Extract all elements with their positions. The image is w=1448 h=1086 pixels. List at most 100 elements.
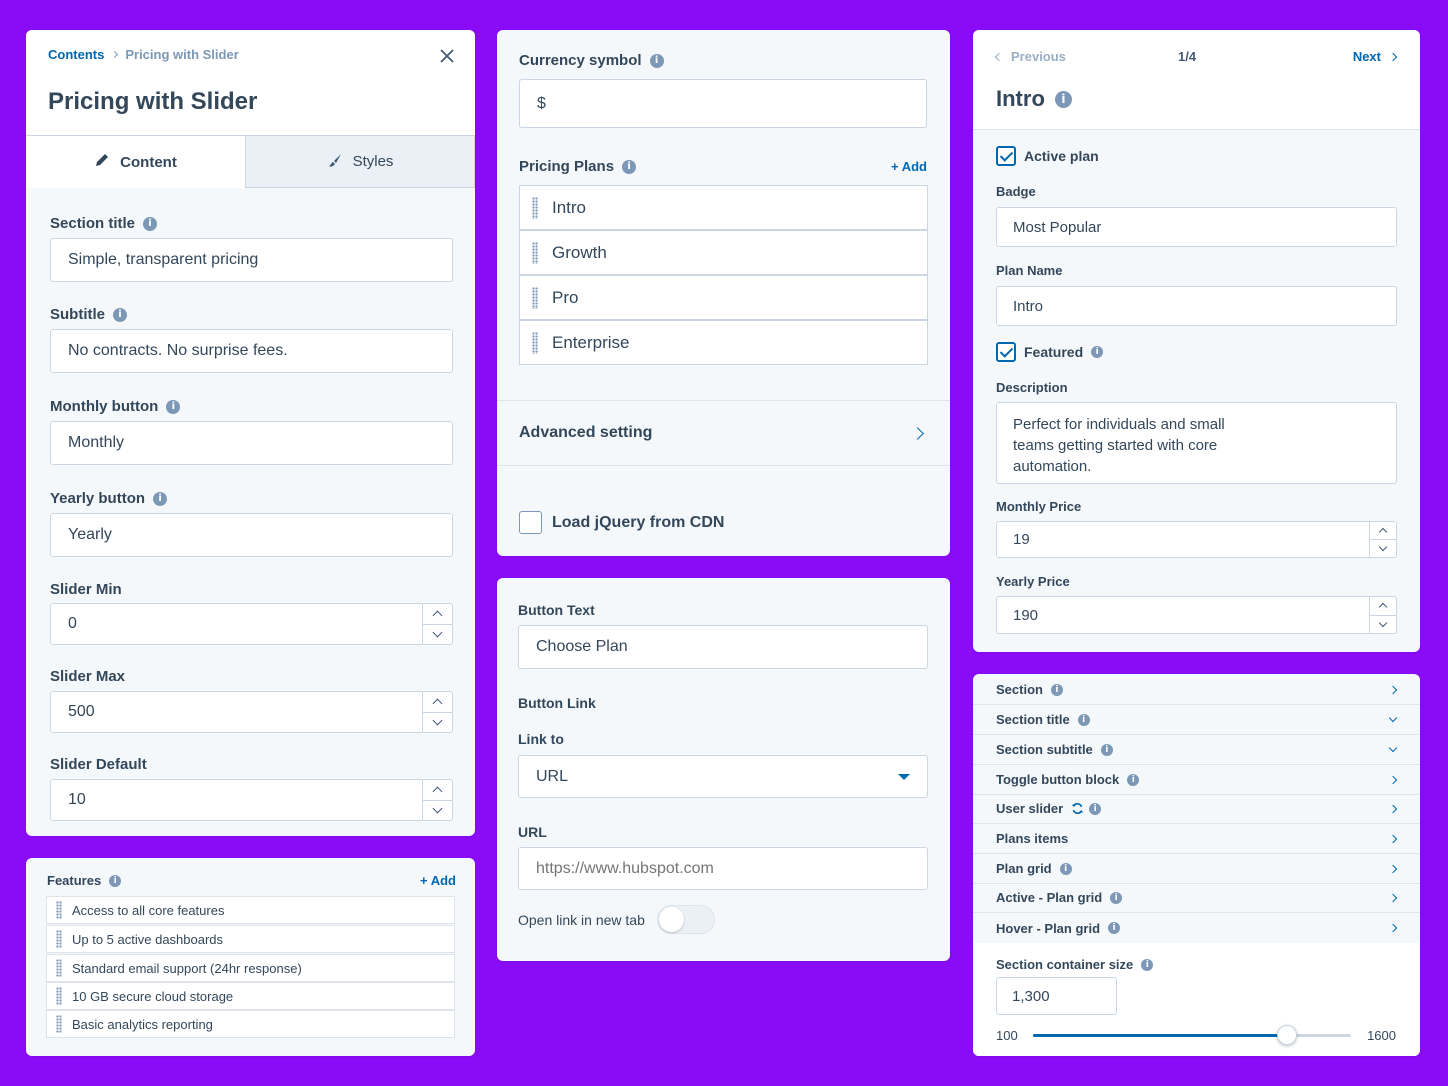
accordion-plan-grid[interactable]: Plan grid i — [973, 854, 1420, 884]
active-plan-checkbox[interactable] — [996, 146, 1016, 166]
accordion-label: Section — [996, 682, 1043, 697]
container-size-input[interactable]: 1,300 — [996, 977, 1117, 1015]
currency-symbol-input[interactable]: $ — [519, 79, 927, 128]
drag-handle-icon[interactable] — [532, 241, 538, 264]
drag-handle-icon[interactable] — [56, 959, 62, 977]
info-icon[interactable]: i — [1077, 713, 1090, 726]
advanced-setting-row[interactable]: Advanced setting — [497, 401, 950, 465]
info-icon[interactable]: i — [143, 216, 158, 231]
feature-item[interactable]: Standard email support (24hr response) — [46, 954, 455, 982]
button-text-input[interactable]: Choose Plan — [518, 625, 928, 669]
monthly-price-value: 19 — [1013, 531, 1030, 548]
info-icon[interactable]: i — [109, 874, 122, 887]
slider-max-input[interactable]: 500 — [50, 691, 453, 733]
tab-content[interactable]: Content — [26, 135, 245, 188]
increment-icon[interactable] — [423, 604, 452, 624]
accordion-section-subtitle[interactable]: Section subtitle i — [973, 735, 1420, 765]
monthly-button-label: Monthly button i — [50, 398, 181, 415]
feature-item[interactable]: 10 GB secure cloud storage — [46, 982, 455, 1010]
features-add-button[interactable]: + Add — [420, 873, 456, 888]
info-icon[interactable]: i — [649, 53, 664, 68]
monthly-price-input[interactable]: 19 — [996, 521, 1397, 558]
yearly-price-label: Yearly Price — [996, 574, 1070, 589]
plan-item[interactable]: Intro — [519, 185, 928, 230]
accordion-section[interactable]: Section i — [973, 675, 1420, 705]
load-jquery-row: Load jQuery from CDN — [519, 511, 724, 534]
drag-handle-icon[interactable] — [56, 987, 62, 1005]
description-textarea[interactable]: Perfect for individuals and small teams … — [996, 402, 1397, 484]
pricing-plans-add-button[interactable]: + Add — [891, 159, 927, 174]
info-icon[interactable]: i — [1059, 862, 1072, 875]
yearly-button-label-text: Yearly button — [50, 490, 146, 507]
previous-button[interactable]: Previous — [994, 49, 1066, 64]
plan-item[interactable]: Enterprise — [519, 320, 928, 365]
slider-thumb[interactable] — [1277, 1025, 1298, 1045]
accordion-toggle-button-block[interactable]: Toggle button block i — [973, 765, 1420, 795]
subtitle-input[interactable]: No contracts. No surprise fees. — [50, 329, 453, 373]
pricing-plans-label: Pricing Plans i — [519, 158, 637, 175]
section-title-input[interactable]: Simple, transparent pricing — [50, 238, 453, 282]
info-icon[interactable]: i — [153, 491, 168, 506]
increment-icon[interactable] — [423, 780, 452, 800]
plan-item[interactable]: Growth — [519, 230, 928, 275]
close-icon[interactable] — [439, 48, 455, 64]
yearly-price-input[interactable]: 190 — [996, 596, 1397, 634]
accordion-user-slider[interactable]: User slider i — [973, 794, 1420, 824]
slider-default-input[interactable]: 10 — [50, 779, 453, 821]
info-icon[interactable]: i — [1110, 891, 1123, 904]
info-icon[interactable]: i — [1050, 683, 1063, 696]
info-icon[interactable]: i — [1127, 773, 1140, 786]
chevron-right-icon — [1388, 775, 1398, 784]
decrement-icon[interactable] — [423, 711, 452, 733]
container-size-slider[interactable] — [1033, 1025, 1351, 1045]
plan-name-input[interactable]: Intro — [996, 286, 1397, 326]
breadcrumb-separator-icon — [111, 50, 119, 59]
feature-item[interactable]: Up to 5 active dashboards — [46, 925, 455, 953]
decrement-icon[interactable] — [423, 799, 452, 821]
drag-handle-icon[interactable] — [532, 331, 538, 354]
accordion-hover-plan-grid[interactable]: Hover - Plan grid i — [973, 913, 1420, 943]
accordion-section-title[interactable]: Section title i — [973, 705, 1420, 735]
next-button[interactable]: Next — [1353, 49, 1398, 64]
load-jquery-checkbox[interactable] — [519, 511, 542, 534]
decrement-icon[interactable] — [423, 623, 452, 645]
badge-input[interactable]: Most Popular — [996, 207, 1397, 247]
monthly-button-input[interactable]: Monthly — [50, 421, 453, 465]
url-input[interactable] — [518, 847, 928, 890]
drag-handle-icon[interactable] — [532, 286, 538, 309]
plan-item-label: Growth — [552, 242, 607, 262]
accordion-label: Toggle button block — [996, 772, 1120, 787]
decrement-icon[interactable] — [1370, 539, 1396, 557]
link-to-value: URL — [536, 767, 569, 785]
decrement-icon[interactable] — [1370, 614, 1396, 634]
increment-icon[interactable] — [1370, 522, 1396, 539]
drag-handle-icon[interactable] — [56, 901, 62, 919]
tab-styles[interactable]: Styles — [245, 135, 475, 188]
info-icon[interactable]: i — [1100, 743, 1113, 756]
info-icon[interactable]: i — [1054, 90, 1072, 108]
increment-icon[interactable] — [423, 692, 452, 712]
info-icon[interactable]: i — [1089, 802, 1102, 815]
accordion-active-plan-grid[interactable]: Active - Plan grid i — [973, 883, 1420, 913]
drag-handle-icon[interactable] — [532, 196, 538, 219]
featured-checkbox[interactable] — [996, 342, 1016, 362]
info-icon[interactable]: i — [1141, 958, 1154, 971]
increment-icon[interactable] — [1370, 597, 1396, 615]
yearly-button-input[interactable]: Yearly — [50, 513, 453, 557]
open-new-tab-toggle[interactable] — [656, 905, 715, 934]
info-icon[interactable]: i — [1091, 346, 1104, 358]
feature-item[interactable]: Access to all core features — [46, 896, 455, 924]
info-icon[interactable]: i — [622, 159, 637, 174]
breadcrumb-contents-link[interactable]: Contents — [48, 47, 104, 62]
info-icon[interactable]: i — [1108, 922, 1121, 934]
info-icon[interactable]: i — [166, 399, 181, 414]
link-to-select[interactable]: URL — [518, 755, 928, 798]
feature-item[interactable]: Basic analytics reporting — [46, 1010, 455, 1038]
plan-item[interactable]: Pro — [519, 275, 928, 320]
slider-min-input[interactable]: 0 — [50, 603, 453, 645]
slider-max-value: 500 — [68, 703, 95, 720]
drag-handle-icon[interactable] — [56, 1015, 62, 1033]
drag-handle-icon[interactable] — [56, 930, 62, 948]
accordion-plans-items[interactable]: Plans items — [973, 824, 1420, 854]
info-icon[interactable]: i — [113, 307, 127, 322]
